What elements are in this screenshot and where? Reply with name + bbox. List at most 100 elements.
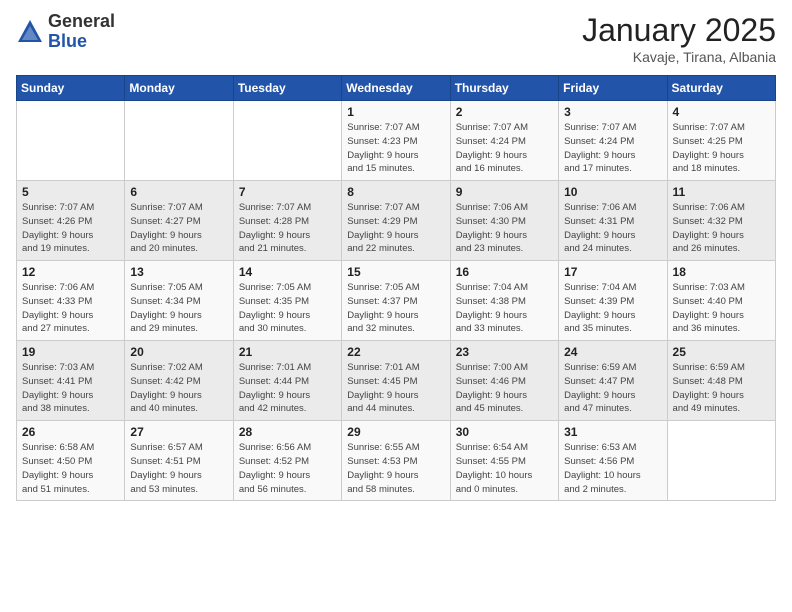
calendar-cell: 20 Sunrise: 7:02 AM Sunset: 4:42 PM Dayli…: [125, 341, 233, 421]
day-info: Sunrise: 7:03 AM Sunset: 4:40 PM Dayligh…: [673, 281, 770, 336]
calendar-cell: 16 Sunrise: 7:04 AM Sunset: 4:38 PM Dayli…: [450, 261, 558, 341]
day-number: 12: [22, 265, 119, 279]
day-info: Sunrise: 7:07 AM Sunset: 4:27 PM Dayligh…: [130, 201, 227, 256]
weekday-header: Monday: [125, 76, 233, 101]
day-number: 13: [130, 265, 227, 279]
day-number: 11: [673, 185, 770, 199]
day-info: Sunrise: 6:57 AM Sunset: 4:51 PM Dayligh…: [130, 441, 227, 496]
calendar-cell: 3Sunrise: 7:07 AM Sunset: 4:24 PM Daylig…: [559, 101, 667, 181]
day-number: 19: [22, 345, 119, 359]
calendar-week: 12 Sunrise: 7:06 AM Sunset: 4:33 PM Dayli…: [17, 261, 776, 341]
calendar-cell: 22 Sunrise: 7:01 AM Sunset: 4:45 PM Dayli…: [342, 341, 450, 421]
day-number: 3: [564, 105, 661, 119]
calendar-cell: 29Sunrise: 6:55 AM Sunset: 4:53 PM Dayli…: [342, 421, 450, 501]
calendar-cell: 25 Sunrise: 6:59 AM Sunset: 4:48 PM Dayli…: [667, 341, 775, 421]
month-title: January 2025: [582, 12, 776, 49]
weekday-row: SundayMondayTuesdayWednesdayThursdayFrid…: [17, 76, 776, 101]
calendar-cell: [667, 421, 775, 501]
calendar-cell: 19 Sunrise: 7:03 AM Sunset: 4:41 PM Dayli…: [17, 341, 125, 421]
day-info: Sunrise: 6:59 AM Sunset: 4:48 PM Dayligh…: [673, 361, 770, 416]
day-number: 29: [347, 425, 444, 439]
day-info: Sunrise: 7:07 AM Sunset: 4:29 PM Dayligh…: [347, 201, 444, 256]
calendar-week: 19 Sunrise: 7:03 AM Sunset: 4:41 PM Dayli…: [17, 341, 776, 421]
day-number: 24: [564, 345, 661, 359]
calendar-cell: 31Sunrise: 6:53 AM Sunset: 4:56 PM Dayli…: [559, 421, 667, 501]
calendar-cell: 27Sunrise: 6:57 AM Sunset: 4:51 PM Dayli…: [125, 421, 233, 501]
calendar-cell: 15 Sunrise: 7:05 AM Sunset: 4:37 PM Dayli…: [342, 261, 450, 341]
calendar-week: 5 Sunrise: 7:07 AM Sunset: 4:26 PM Daylig…: [17, 181, 776, 261]
day-number: 30: [456, 425, 553, 439]
day-number: 22: [347, 345, 444, 359]
calendar-cell: 10Sunrise: 7:06 AM Sunset: 4:31 PM Dayli…: [559, 181, 667, 261]
day-number: 20: [130, 345, 227, 359]
calendar-cell: 28Sunrise: 6:56 AM Sunset: 4:52 PM Dayli…: [233, 421, 341, 501]
day-info: Sunrise: 7:07 AM Sunset: 4:24 PM Dayligh…: [456, 121, 553, 176]
day-number: 16: [456, 265, 553, 279]
calendar-cell: 2 Sunrise: 7:07 AM Sunset: 4:24 PM Daylig…: [450, 101, 558, 181]
day-info: Sunrise: 7:02 AM Sunset: 4:42 PM Dayligh…: [130, 361, 227, 416]
day-info: Sunrise: 7:06 AM Sunset: 4:30 PM Dayligh…: [456, 201, 553, 256]
day-number: 17: [564, 265, 661, 279]
calendar-cell: 12 Sunrise: 7:06 AM Sunset: 4:33 PM Dayli…: [17, 261, 125, 341]
weekday-header: Wednesday: [342, 76, 450, 101]
day-number: 25: [673, 345, 770, 359]
logo-general: General: [48, 12, 115, 32]
day-number: 18: [673, 265, 770, 279]
day-info: Sunrise: 7:01 AM Sunset: 4:44 PM Dayligh…: [239, 361, 336, 416]
day-info: Sunrise: 7:05 AM Sunset: 4:35 PM Dayligh…: [239, 281, 336, 336]
day-info: Sunrise: 6:54 AM Sunset: 4:55 PM Dayligh…: [456, 441, 553, 496]
calendar-cell: [233, 101, 341, 181]
day-number: 15: [347, 265, 444, 279]
day-number: 26: [22, 425, 119, 439]
day-number: 14: [239, 265, 336, 279]
day-info: Sunrise: 7:06 AM Sunset: 4:33 PM Dayligh…: [22, 281, 119, 336]
calendar-cell: 17Sunrise: 7:04 AM Sunset: 4:39 PM Dayli…: [559, 261, 667, 341]
day-number: 2: [456, 105, 553, 119]
calendar-cell: 18 Sunrise: 7:03 AM Sunset: 4:40 PM Dayli…: [667, 261, 775, 341]
day-number: 6: [130, 185, 227, 199]
header: General Blue January 2025 Kavaje, Tirana…: [16, 12, 776, 65]
logo: General Blue: [16, 12, 115, 52]
logo-text: General Blue: [48, 12, 115, 52]
day-info: Sunrise: 7:07 AM Sunset: 4:26 PM Dayligh…: [22, 201, 119, 256]
day-info: Sunrise: 7:07 AM Sunset: 4:28 PM Dayligh…: [239, 201, 336, 256]
day-number: 5: [22, 185, 119, 199]
day-info: Sunrise: 7:05 AM Sunset: 4:37 PM Dayligh…: [347, 281, 444, 336]
weekday-header: Tuesday: [233, 76, 341, 101]
location: Kavaje, Tirana, Albania: [582, 49, 776, 65]
day-number: 9: [456, 185, 553, 199]
day-info: Sunrise: 7:03 AM Sunset: 4:41 PM Dayligh…: [22, 361, 119, 416]
day-number: 1: [347, 105, 444, 119]
calendar-cell: 9 Sunrise: 7:06 AM Sunset: 4:30 PM Daylig…: [450, 181, 558, 261]
day-info: Sunrise: 7:05 AM Sunset: 4:34 PM Dayligh…: [130, 281, 227, 336]
calendar-cell: 11Sunrise: 7:06 AM Sunset: 4:32 PM Dayli…: [667, 181, 775, 261]
calendar-cell: 1 Sunrise: 7:07 AM Sunset: 4:23 PM Daylig…: [342, 101, 450, 181]
logo-icon: [16, 18, 44, 46]
weekday-header: Sunday: [17, 76, 125, 101]
title-block: January 2025 Kavaje, Tirana, Albania: [582, 12, 776, 65]
day-info: Sunrise: 7:07 AM Sunset: 4:25 PM Dayligh…: [673, 121, 770, 176]
calendar-cell: [17, 101, 125, 181]
day-info: Sunrise: 7:04 AM Sunset: 4:38 PM Dayligh…: [456, 281, 553, 336]
calendar-cell: 30 Sunrise: 6:54 AM Sunset: 4:55 PM Dayli…: [450, 421, 558, 501]
calendar-week: 1 Sunrise: 7:07 AM Sunset: 4:23 PM Daylig…: [17, 101, 776, 181]
day-info: Sunrise: 7:01 AM Sunset: 4:45 PM Dayligh…: [347, 361, 444, 416]
calendar-cell: 21 Sunrise: 7:01 AM Sunset: 4:44 PM Dayli…: [233, 341, 341, 421]
day-number: 7: [239, 185, 336, 199]
day-info: Sunrise: 6:59 AM Sunset: 4:47 PM Dayligh…: [564, 361, 661, 416]
calendar-week: 26 Sunrise: 6:58 AM Sunset: 4:50 PM Dayli…: [17, 421, 776, 501]
day-info: Sunrise: 7:07 AM Sunset: 4:23 PM Dayligh…: [347, 121, 444, 176]
calendar-cell: 4 Sunrise: 7:07 AM Sunset: 4:25 PM Daylig…: [667, 101, 775, 181]
calendar-cell: 13 Sunrise: 7:05 AM Sunset: 4:34 PM Dayli…: [125, 261, 233, 341]
weekday-header: Saturday: [667, 76, 775, 101]
logo-blue: Blue: [48, 32, 115, 52]
day-number: 21: [239, 345, 336, 359]
calendar-cell: 6 Sunrise: 7:07 AM Sunset: 4:27 PM Daylig…: [125, 181, 233, 261]
calendar-cell: 8 Sunrise: 7:07 AM Sunset: 4:29 PM Daylig…: [342, 181, 450, 261]
day-number: 8: [347, 185, 444, 199]
calendar-cell: 7 Sunrise: 7:07 AM Sunset: 4:28 PM Daylig…: [233, 181, 341, 261]
day-info: Sunrise: 6:58 AM Sunset: 4:50 PM Dayligh…: [22, 441, 119, 496]
day-number: 4: [673, 105, 770, 119]
calendar-cell: 5 Sunrise: 7:07 AM Sunset: 4:26 PM Daylig…: [17, 181, 125, 261]
calendar-cell: 23Sunrise: 7:00 AM Sunset: 4:46 PM Dayli…: [450, 341, 558, 421]
